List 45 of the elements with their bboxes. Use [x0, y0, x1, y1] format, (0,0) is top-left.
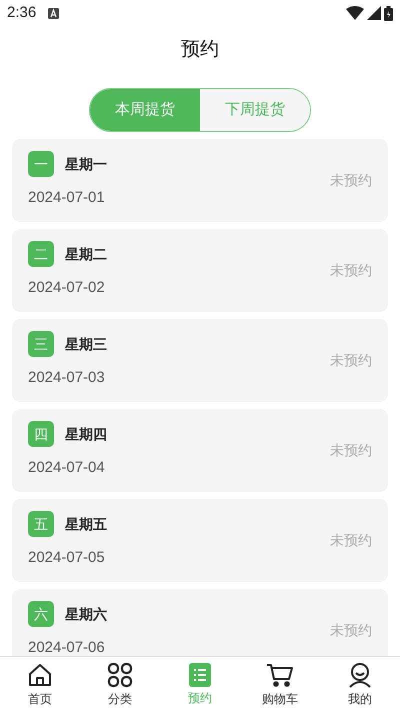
day-card[interactable]: 三 星期三 2024-07-03 未预约: [12, 319, 388, 402]
booking-status: 未预约: [330, 441, 372, 460]
nav-tab[interactable]: 分类: [80, 657, 160, 712]
status-time: 2:36: [7, 2, 36, 23]
day-name: 星期二: [65, 244, 107, 264]
day-card[interactable]: 六 星期六 2024-07-06 未预约: [12, 589, 388, 656]
day-card[interactable]: 四 星期四 2024-07-04 未预约: [12, 409, 388, 492]
day-badge: 一: [28, 151, 54, 178]
nav-tab[interactable]: 我的: [320, 657, 400, 712]
booking-status: 未预约: [330, 351, 372, 370]
day-date: 2024-07-06: [28, 638, 106, 656]
day-name: 星期五: [65, 514, 107, 534]
battery-icon: [384, 6, 393, 20]
day-name: 星期四: [65, 424, 107, 444]
notification-icon: [48, 8, 60, 18]
day-date: 2024-07-05: [28, 548, 106, 568]
cart-icon: [266, 662, 294, 688]
day-name: 星期三: [65, 334, 107, 354]
day-card[interactable]: 二 星期二 2024-07-02 未预约: [12, 229, 388, 312]
day-badge: 三: [28, 331, 54, 358]
day-badge: 四: [28, 421, 54, 448]
booking-status: 未预约: [330, 531, 372, 550]
list-icon: [189, 662, 211, 686]
day-card[interactable]: 五 星期五 2024-07-05 未预约: [12, 499, 388, 582]
grid-icon: [107, 662, 133, 688]
day-date: 2024-07-03: [28, 368, 106, 388]
user-icon: [348, 662, 372, 688]
day-card[interactable]: 一 星期一 2024-07-01 未预约: [12, 139, 388, 222]
nav-tab[interactable]: 首页: [0, 657, 80, 712]
day-badge: 六: [28, 601, 54, 628]
day-name: 星期六: [65, 604, 107, 624]
page-title: 预约: [181, 38, 219, 62]
signal-icon: [367, 6, 381, 20]
day-date: 2024-07-04: [28, 458, 106, 478]
booking-status: 未预约: [330, 261, 372, 280]
day-name: 星期一: [65, 154, 107, 174]
day-date: 2024-07-01: [28, 188, 106, 208]
nav-tab[interactable]: 购物车: [240, 657, 320, 712]
wifi-icon: [346, 6, 364, 20]
home-icon: [27, 662, 53, 688]
day-badge: 五: [28, 511, 54, 538]
day-date: 2024-07-02: [28, 278, 106, 298]
day-badge: 二: [28, 241, 54, 268]
booking-status: 未预约: [330, 171, 372, 190]
booking-status: 未预约: [330, 621, 372, 640]
